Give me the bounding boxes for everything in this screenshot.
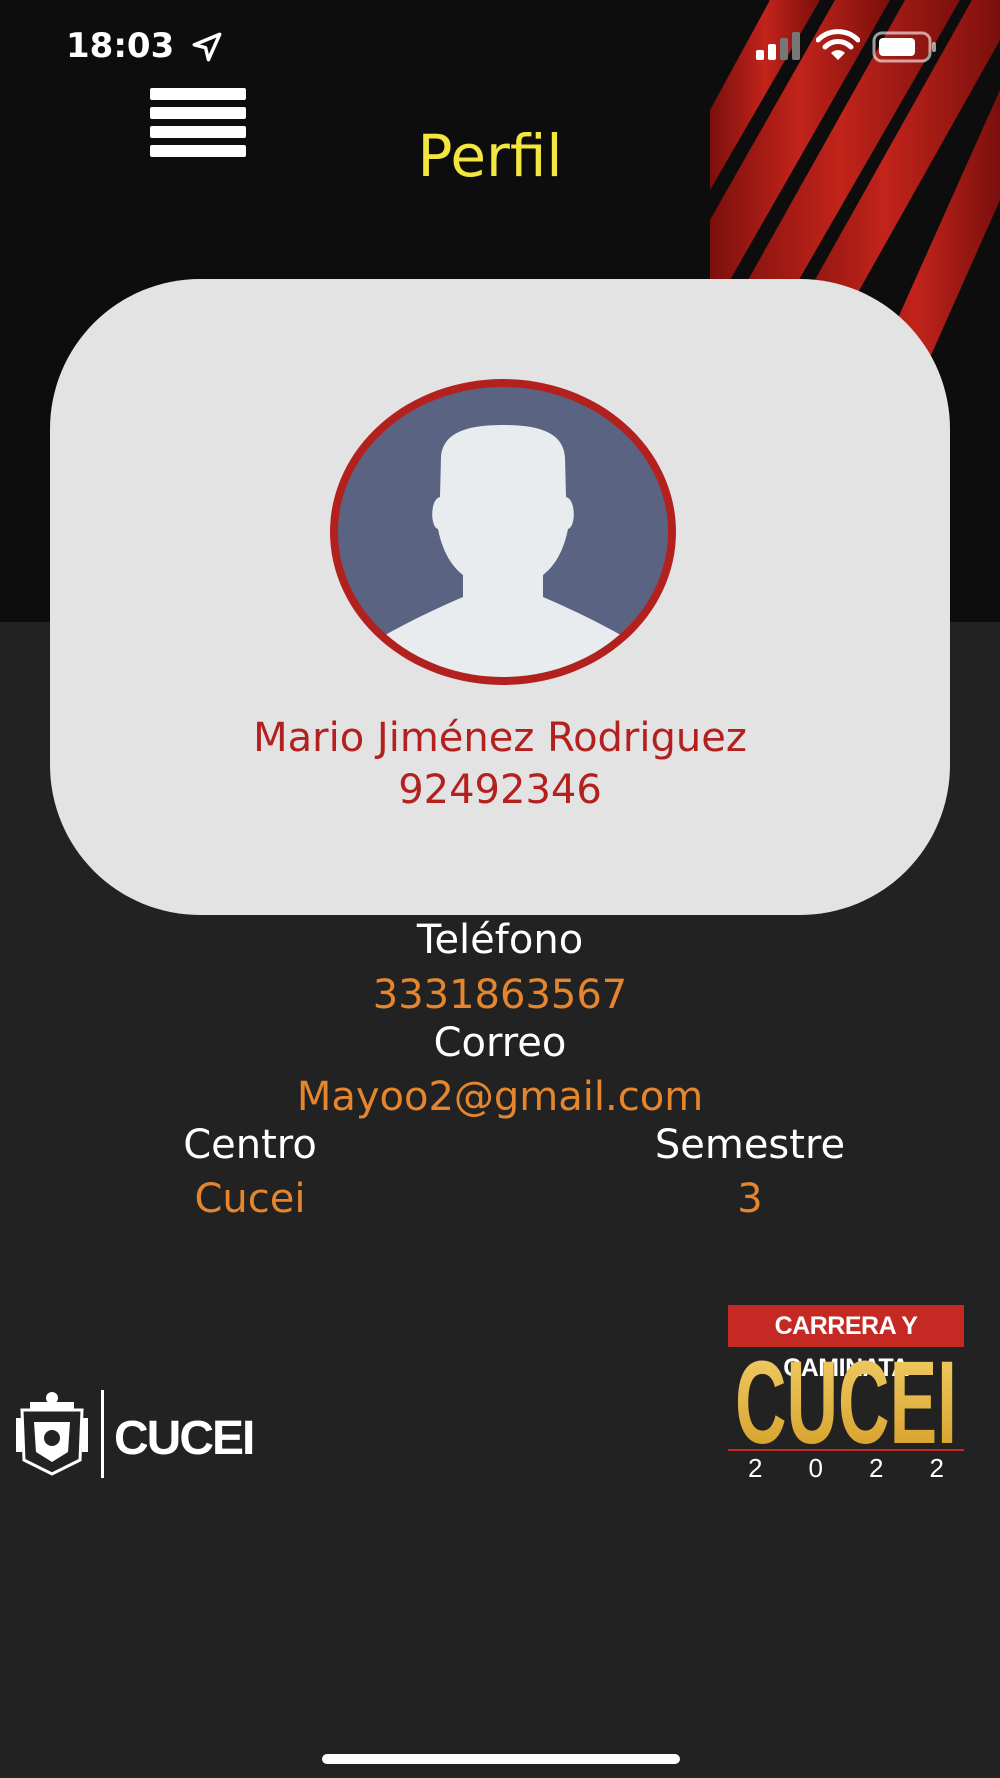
home-indicator[interactable] [322,1754,680,1764]
page-title: Perfil [417,122,563,190]
profile-name: Mario Jiménez Rodriguez [253,715,747,761]
profile-id: 92492346 [398,767,602,813]
location-arrow-icon [192,32,222,62]
status-time: 18:03 [66,26,175,66]
user-silhouette-icon [368,425,638,677]
avatar[interactable] [330,379,676,685]
event-logo-top-text: CARRERA Y CAMINATA [728,1305,964,1382]
university-seal-icon [16,1392,88,1476]
battery-icon [872,31,936,63]
phone-value: 3331863567 [372,972,628,1018]
email-value: Mayoo2@gmail.com [296,1074,704,1120]
center-label: Centro [183,1122,317,1168]
center-value: Cucei [194,1176,306,1222]
email-label: Correo [433,1020,567,1066]
cellular-signal-icon [756,32,800,60]
wifi-icon [816,29,860,60]
cucei-university-logo: CUCEI [16,1390,255,1478]
profile-card: Mario Jiménez Rodriguez 92492346 [50,279,950,915]
carrera-caminata-logo: CARRERA Y CAMINATA CUCEI 2 0 2 2 [728,1305,964,1480]
semester-label: Semestre [654,1122,846,1168]
university-logo-text: CUCEI [114,1412,253,1465]
semester-value: 3 [737,1176,763,1222]
phone-label: Teléfono [416,917,584,963]
